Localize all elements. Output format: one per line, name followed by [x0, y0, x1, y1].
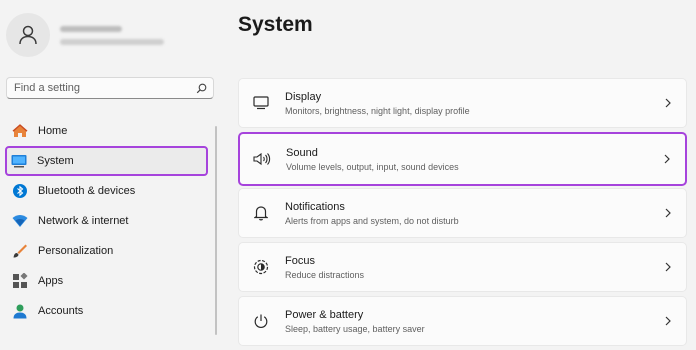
- redacted-user-name: [60, 25, 122, 32]
- search-icon: [196, 83, 207, 93]
- settings-list: Display Monitors, brightness, night ligh…: [238, 78, 687, 350]
- sidebar-item-accounts[interactable]: Accounts: [6, 296, 212, 326]
- sidebar-scrollbar[interactable]: [215, 126, 217, 335]
- power-icon: [251, 311, 271, 331]
- chevron-right-icon: [662, 315, 674, 327]
- sidebar-nav: Home System Bluetooth & devices Network …: [5, 116, 212, 326]
- card-title: Display: [285, 90, 322, 103]
- sidebar-item-label: Network & internet: [38, 215, 129, 227]
- sidebar-item-system[interactable]: System: [5, 146, 208, 176]
- chevron-right-icon: [662, 207, 674, 219]
- monitor-icon: [251, 93, 271, 113]
- sidebar-item-label: Apps: [38, 275, 64, 287]
- avatar[interactable]: [6, 13, 50, 57]
- search-input[interactable]: Find a setting: [6, 77, 214, 99]
- bluetooth-icon: [11, 182, 29, 200]
- apps-icon: [11, 272, 29, 290]
- sidebar-item-network[interactable]: Network & internet: [6, 206, 212, 236]
- settings-card-sound[interactable]: Sound Volume levels, output, input, soun…: [238, 132, 687, 186]
- speaker-icon: [252, 149, 272, 169]
- settings-card-focus[interactable]: Focus Reduce distractions: [238, 242, 687, 292]
- card-subtitle: Volume levels, output, input, sound devi…: [286, 161, 459, 172]
- profile-details-redacted: [60, 25, 164, 45]
- chevron-right-icon: [661, 153, 673, 165]
- bell-icon: [251, 203, 271, 223]
- accounts-icon: [11, 302, 29, 320]
- focus-icon: [251, 257, 271, 277]
- person-icon: [19, 25, 37, 45]
- network-icon: [11, 212, 29, 230]
- settings-card-display[interactable]: Display Monitors, brightness, night ligh…: [238, 78, 687, 128]
- sidebar-item-label: Home: [38, 125, 68, 137]
- card-title: Sound: [286, 146, 318, 159]
- user-profile[interactable]: [6, 13, 164, 57]
- sidebar-item-label: Accounts: [38, 305, 84, 317]
- page-title: System: [238, 13, 313, 36]
- card-title: Notifications: [285, 200, 345, 213]
- search-placeholder: Find a setting: [14, 82, 81, 94]
- sidebar-item-label: System: [37, 155, 74, 167]
- sidebar-item-personalization[interactable]: Personalization: [6, 236, 212, 266]
- personalization-icon: [11, 242, 29, 260]
- sidebar-item-label: Personalization: [38, 245, 114, 257]
- card-subtitle: Sleep, battery usage, battery saver: [285, 323, 425, 334]
- sidebar: Find a setting Home System Bluetooth & d…: [0, 0, 222, 335]
- card-title: Power & battery: [285, 308, 364, 321]
- card-title: Focus: [285, 254, 315, 267]
- sidebar-item-apps[interactable]: Apps: [6, 266, 212, 296]
- chevron-right-icon: [662, 97, 674, 109]
- settings-card-notifications[interactable]: Notifications Alerts from apps and syste…: [238, 188, 687, 238]
- home-icon: [11, 122, 29, 140]
- chevron-right-icon: [662, 261, 674, 273]
- card-subtitle: Alerts from apps and system, do not dist…: [285, 215, 459, 226]
- card-subtitle: Reduce distractions: [285, 269, 365, 280]
- redacted-user-email: [60, 38, 164, 45]
- card-subtitle: Monitors, brightness, night light, displ…: [285, 105, 470, 116]
- sidebar-item-bluetooth[interactable]: Bluetooth & devices: [6, 176, 212, 206]
- sidebar-item-home[interactable]: Home: [6, 116, 212, 146]
- settings-card-power[interactable]: Power & battery Sleep, battery usage, ba…: [238, 296, 687, 346]
- system-icon: [10, 152, 28, 170]
- sidebar-item-label: Bluetooth & devices: [38, 185, 136, 197]
